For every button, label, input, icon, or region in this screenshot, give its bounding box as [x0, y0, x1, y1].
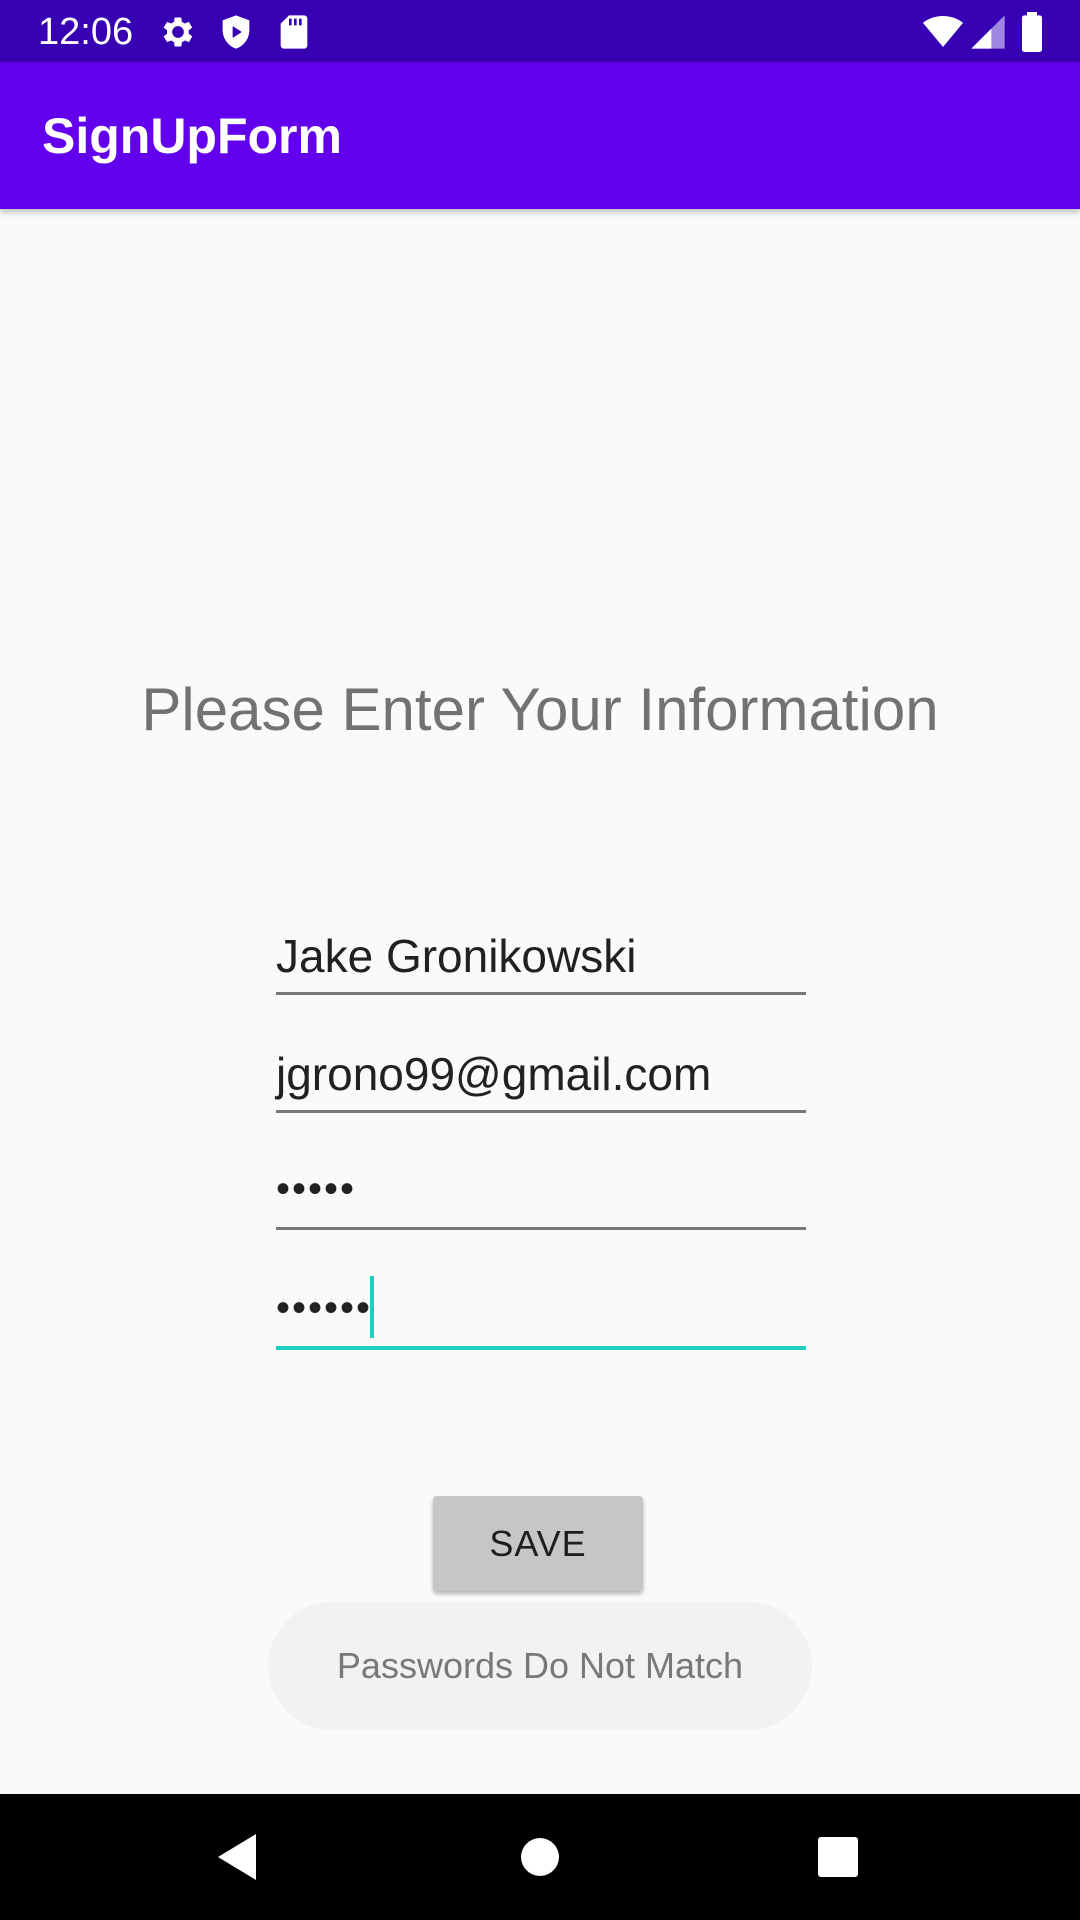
name-field-value: Jake Gronikowski	[276, 930, 637, 982]
status-bar: 12:06	[0, 0, 1080, 62]
status-time: 12:06	[38, 11, 134, 53]
save-button[interactable]: SAVE	[433, 1496, 643, 1591]
wifi-icon	[923, 16, 963, 47]
password-field-value: •••••	[276, 1167, 357, 1211]
navigation-bar	[0, 1794, 1080, 1920]
password-field[interactable]: •••••	[276, 1150, 806, 1230]
sd-card-icon	[280, 15, 308, 49]
battery-icon	[1022, 12, 1042, 52]
cell-signal-icon	[971, 15, 1005, 49]
shield-icon	[222, 15, 250, 49]
confirm-password-field[interactable]: ••••••	[276, 1270, 806, 1350]
name-field[interactable]: Jake Gronikowski	[276, 915, 806, 995]
form-heading: Please Enter Your Information	[141, 676, 939, 743]
back-icon[interactable]	[178, 1794, 298, 1920]
app-bar: SignUpForm	[0, 62, 1080, 209]
text-cursor	[370, 1276, 374, 1338]
gear-icon	[163, 17, 193, 47]
confirm-password-field-value: ••••••	[276, 1286, 373, 1330]
email-field[interactable]: jgrono99@gmail.com	[276, 1033, 806, 1113]
home-icon[interactable]	[480, 1794, 600, 1920]
signup-screen: 12:06 SignUpForm Please Enter Your Infor…	[0, 0, 1080, 1920]
app-title: SignUpForm	[42, 108, 342, 164]
recents-icon[interactable]	[778, 1794, 898, 1920]
email-field-value: jgrono99@gmail.com	[276, 1048, 712, 1100]
toast-message: Passwords Do Not Match	[268, 1602, 812, 1730]
